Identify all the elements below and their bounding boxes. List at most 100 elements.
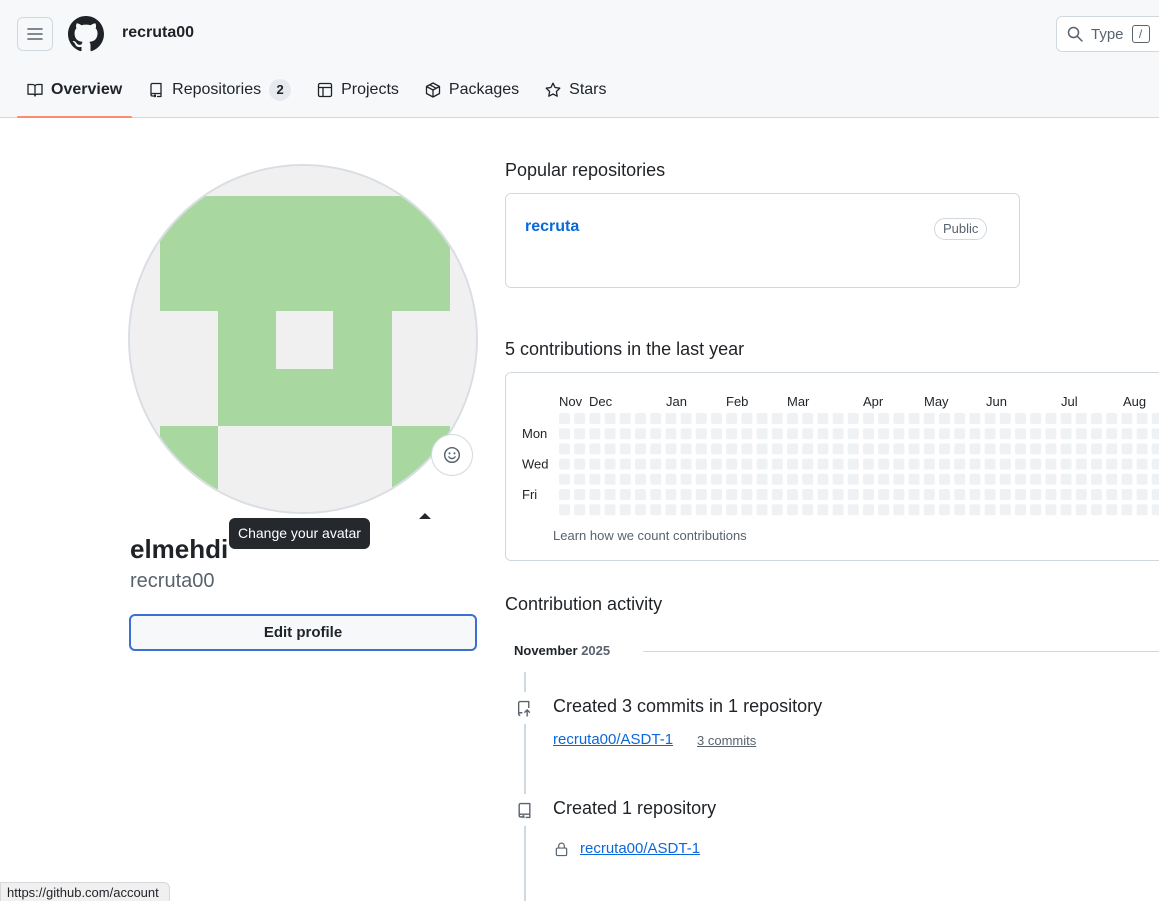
commit-count-link[interactable]: 3 commits <box>697 733 756 748</box>
contribution-day-cell[interactable] <box>741 489 753 500</box>
contribution-day-cell[interactable] <box>574 413 586 424</box>
activity-repo-link[interactable]: recruta00/ASDT-1 <box>580 840 700 857</box>
contribution-day-cell[interactable] <box>771 443 783 455</box>
contribution-day-cell[interactable] <box>1121 504 1133 516</box>
contribution-day-cell[interactable] <box>680 458 692 470</box>
contribution-day-cell[interactable] <box>619 428 631 440</box>
contribution-day-cell[interactable] <box>984 504 996 516</box>
contribution-day-cell[interactable] <box>787 504 798 516</box>
contribution-day-cell[interactable] <box>923 458 935 470</box>
contribution-day-cell[interactable] <box>695 473 707 485</box>
contribution-day-cell[interactable] <box>1060 413 1072 424</box>
contribution-day-cell[interactable] <box>923 504 935 516</box>
contribution-day-cell[interactable] <box>1030 413 1042 424</box>
contribution-day-cell[interactable] <box>1045 473 1057 485</box>
contribution-day-cell[interactable] <box>999 443 1011 455</box>
contribution-day-cell[interactable] <box>665 428 677 440</box>
contribution-day-cell[interactable] <box>680 473 692 485</box>
contribution-day-cell[interactable] <box>817 504 829 516</box>
contribution-day-cell[interactable] <box>695 413 707 424</box>
contribution-day-cell[interactable] <box>923 428 935 440</box>
contribution-day-cell[interactable] <box>1091 489 1102 500</box>
contribution-day-cell[interactable] <box>1045 443 1057 455</box>
contribution-day-cell[interactable] <box>771 413 783 424</box>
contribution-day-cell[interactable] <box>1045 489 1057 500</box>
contribution-day-cell[interactable] <box>574 504 586 516</box>
contribution-day-cell[interactable] <box>589 443 601 455</box>
contribution-day-cell[interactable] <box>711 504 722 516</box>
contribution-day-cell[interactable] <box>695 504 707 516</box>
contribution-day-cell[interactable] <box>1060 489 1072 500</box>
contribution-day-cell[interactable] <box>984 489 996 500</box>
contribution-day-cell[interactable] <box>969 504 981 516</box>
contribution-day-cell[interactable] <box>1015 458 1026 470</box>
contribution-day-cell[interactable] <box>878 428 890 440</box>
contribution-day-cell[interactable] <box>1075 489 1087 500</box>
contribution-day-cell[interactable] <box>893 473 905 485</box>
search-input[interactable]: Type / <box>1056 16 1159 52</box>
contribution-day-cell[interactable] <box>817 489 829 500</box>
contribution-day-cell[interactable] <box>787 489 798 500</box>
contribution-day-cell[interactable] <box>1030 504 1042 516</box>
contribution-day-cell[interactable] <box>635 504 646 516</box>
contribution-day-cell[interactable] <box>1045 413 1057 424</box>
avatar[interactable] <box>128 164 478 514</box>
contribution-day-cell[interactable] <box>787 473 798 485</box>
contribution-day-cell[interactable] <box>847 413 859 424</box>
tab-packages[interactable]: Packages <box>415 72 529 108</box>
contribution-day-cell[interactable] <box>726 413 738 424</box>
contribution-day-cell[interactable] <box>1106 428 1118 440</box>
contribution-day-cell[interactable] <box>741 428 753 440</box>
contribution-day-cell[interactable] <box>589 504 601 516</box>
contribution-day-cell[interactable] <box>711 428 722 440</box>
contribution-day-cell[interactable] <box>847 428 859 440</box>
contribution-day-cell[interactable] <box>619 504 631 516</box>
contribution-day-cell[interactable] <box>574 489 586 500</box>
contribution-day-cell[interactable] <box>726 489 738 500</box>
contribution-day-cell[interactable] <box>893 428 905 440</box>
contribution-day-cell[interactable] <box>787 413 798 424</box>
contribution-day-cell[interactable] <box>726 458 738 470</box>
contribution-day-cell[interactable] <box>1151 458 1159 470</box>
contribution-day-cell[interactable] <box>878 504 890 516</box>
contribution-day-cell[interactable] <box>954 489 966 500</box>
change-avatar-button[interactable] <box>431 434 473 476</box>
contribution-day-cell[interactable] <box>1136 428 1148 440</box>
contribution-day-cell[interactable] <box>680 413 692 424</box>
contribution-day-cell[interactable] <box>1075 413 1087 424</box>
contribution-day-cell[interactable] <box>711 489 722 500</box>
contribution-day-cell[interactable] <box>969 413 981 424</box>
contribution-day-cell[interactable] <box>999 458 1011 470</box>
contribution-day-cell[interactable] <box>1015 443 1026 455</box>
contribution-day-cell[interactable] <box>832 473 844 485</box>
contribution-day-cell[interactable] <box>984 413 996 424</box>
contribution-day-cell[interactable] <box>1030 428 1042 440</box>
contribution-day-cell[interactable] <box>650 473 662 485</box>
contribution-day-cell[interactable] <box>1151 413 1159 424</box>
contribution-day-cell[interactable] <box>1015 473 1026 485</box>
contribution-day-cell[interactable] <box>559 428 570 440</box>
github-logo-icon[interactable] <box>68 16 104 52</box>
contribution-day-cell[interactable] <box>771 504 783 516</box>
contribution-day-cell[interactable] <box>726 473 738 485</box>
contribution-day-cell[interactable] <box>999 504 1011 516</box>
contribution-day-cell[interactable] <box>1091 428 1102 440</box>
contribution-day-cell[interactable] <box>999 413 1011 424</box>
edit-profile-button[interactable]: Edit profile <box>129 614 477 651</box>
contribution-day-cell[interactable] <box>1060 428 1072 440</box>
contribution-day-cell[interactable] <box>771 473 783 485</box>
contribution-day-cell[interactable] <box>863 413 874 424</box>
contribution-day-cell[interactable] <box>650 504 662 516</box>
contribution-day-cell[interactable] <box>999 473 1011 485</box>
contribution-day-cell[interactable] <box>589 413 601 424</box>
contribution-day-cell[interactable] <box>1151 489 1159 500</box>
contribution-day-cell[interactable] <box>863 443 874 455</box>
contribution-day-cell[interactable] <box>619 443 631 455</box>
contribution-day-cell[interactable] <box>741 504 753 516</box>
tab-repositories[interactable]: Repositories 2 <box>138 72 301 108</box>
contribution-day-cell[interactable] <box>1136 413 1148 424</box>
repo-link[interactable]: recruta <box>525 218 579 236</box>
contribution-day-cell[interactable] <box>939 428 950 440</box>
contribution-day-cell[interactable] <box>847 504 859 516</box>
contribution-day-cell[interactable] <box>802 413 814 424</box>
